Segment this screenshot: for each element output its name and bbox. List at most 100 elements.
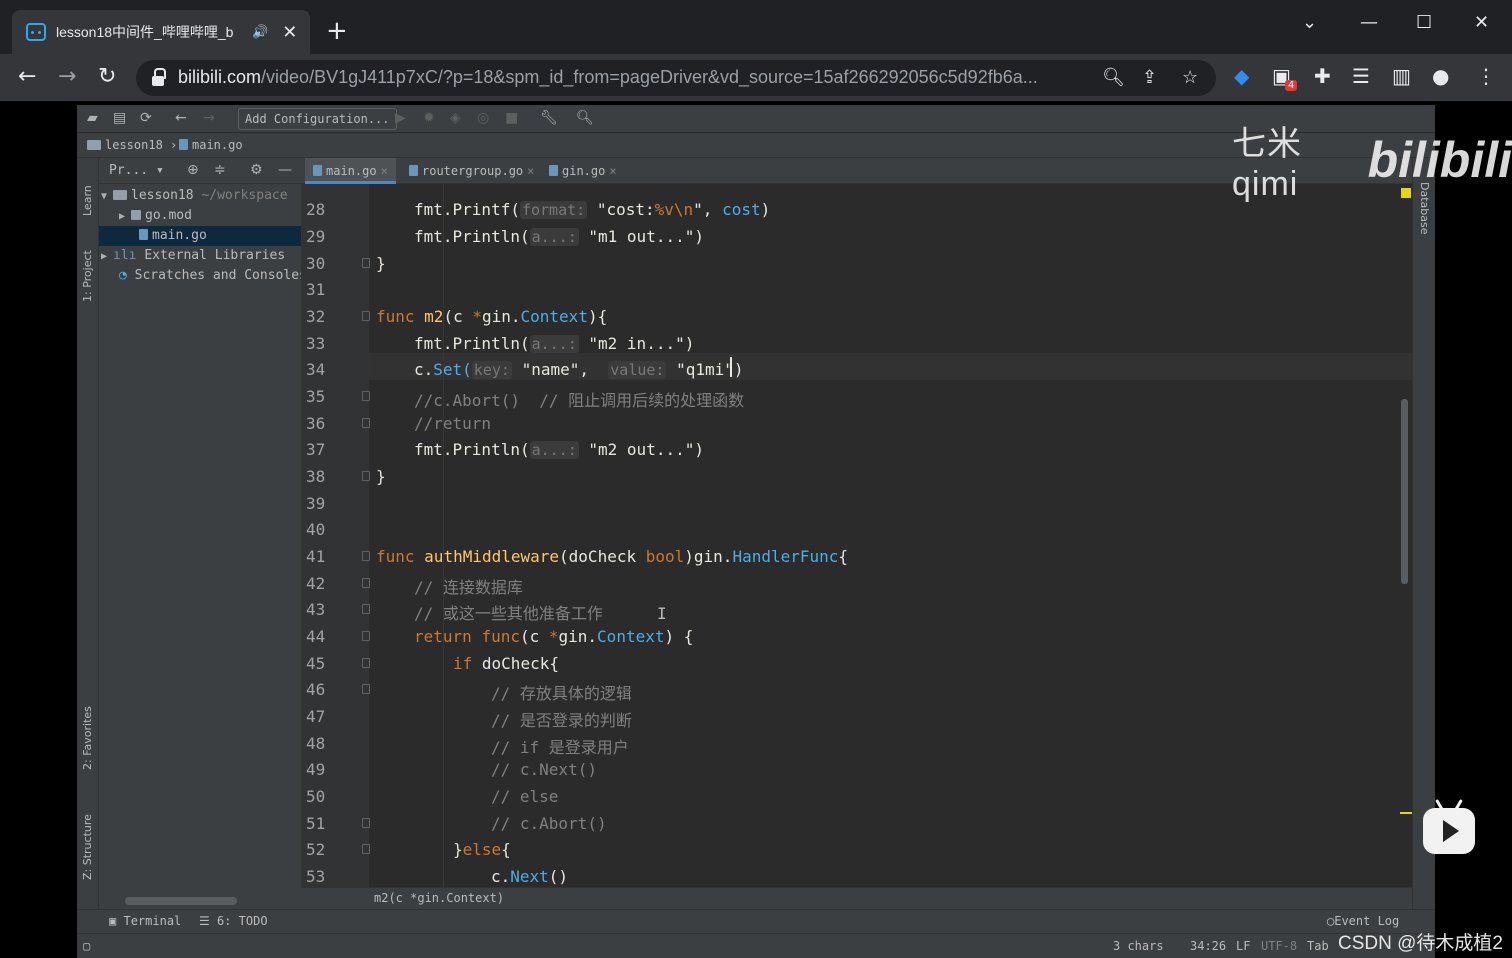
extensions-puzzle-icon[interactable]: ✚ — [1314, 64, 1331, 88]
line-number: 51 — [306, 814, 326, 833]
fold-marker-icon[interactable] — [362, 578, 370, 588]
tree-item-scratches[interactable]: ◔ Scratches and Consoles — [99, 266, 301, 286]
play-triangle-icon — [1443, 820, 1459, 842]
address-bar[interactable]: bilibili.com/video/BV1gJ411p7xC/?p=18&sp… — [136, 60, 1216, 96]
fold-marker-icon[interactable] — [362, 818, 370, 828]
warning-marker[interactable] — [1400, 812, 1412, 814]
audio-playing-icon[interactable]: 🔊 — [252, 25, 268, 40]
bilibili-play-icon[interactable] — [1423, 808, 1475, 854]
save-icon[interactable]: ▤ — [113, 110, 126, 126]
project-view-selector[interactable]: Pr... ▾ — [109, 163, 164, 178]
learn-tool-button[interactable]: Learn — [81, 185, 94, 216]
fold-marker-icon[interactable] — [362, 258, 370, 268]
side-panel-icon[interactable]: ▥ — [1392, 64, 1411, 88]
toggle-tool-windows-icon[interactable]: ▢ — [83, 939, 90, 953]
share-icon[interactable]: ⇪ — [1142, 67, 1157, 88]
fold-marker-icon[interactable] — [362, 418, 370, 428]
go-file-icon — [139, 229, 148, 240]
bookmark-star-icon[interactable]: ☆ — [1182, 67, 1198, 88]
lock-icon[interactable] — [152, 68, 166, 86]
fold-marker-icon[interactable] — [362, 684, 370, 694]
line-number: 44 — [306, 627, 326, 646]
code-line-30: } — [376, 254, 386, 273]
structure-tool-button[interactable]: Z: Structure — [81, 814, 94, 880]
maximize-icon[interactable]: ☐ — [1416, 12, 1432, 33]
debug-icon[interactable]: ✹ — [423, 110, 435, 126]
line-separator[interactable]: LF — [1236, 939, 1250, 953]
forward-nav-icon[interactable]: → — [203, 110, 215, 126]
fold-marker-icon[interactable] — [362, 551, 370, 561]
more-menu-icon[interactable]: ⋮ — [1476, 64, 1496, 88]
breadcrumb-file[interactable]: main.go — [179, 138, 243, 152]
code-line-50: // else — [491, 787, 559, 806]
caret-position[interactable]: 34:26 — [1190, 939, 1226, 953]
tab-routergroup-go[interactable]: routergroup.go × — [401, 158, 542, 184]
editor-vertical-scrollbar[interactable] — [1401, 399, 1408, 584]
scratches-icon: ◔ — [119, 268, 127, 283]
add-configuration-button[interactable]: Add Configuration... — [238, 108, 397, 130]
code-editor[interactable]: 28 29 30 31 32 33 34 35 36 37 38 39 40 4… — [301, 184, 1412, 887]
fold-marker-icon[interactable] — [362, 391, 370, 401]
minimize-icon[interactable]: — — [1360, 12, 1378, 33]
zoom-icon[interactable]: 🔍︎ — [1102, 67, 1125, 88]
tab-search-icon[interactable]: ⌄ — [1302, 12, 1317, 33]
line-number: 38 — [306, 467, 326, 486]
back-nav-icon[interactable]: ← — [175, 110, 187, 126]
close-tab-icon[interactable]: × — [609, 164, 616, 178]
close-tab-icon[interactable]: ✕ — [282, 22, 297, 43]
event-log-button[interactable]: ◯Event Log — [1327, 914, 1399, 928]
close-tab-icon[interactable]: × — [527, 164, 534, 178]
sync-icon[interactable]: ⟳ — [140, 110, 152, 126]
breadcrumb-function[interactable]: m2(c *gin.Context) — [374, 891, 504, 905]
reload-icon[interactable]: ↻ — [98, 64, 116, 89]
new-tab-button[interactable]: + — [326, 18, 348, 44]
coverage-icon[interactable]: ◈ — [450, 110, 461, 126]
status-bar: ▢ 3 chars 34:26 LF UTF-8 Tab — [77, 933, 1435, 958]
fold-marker-icon[interactable] — [362, 311, 370, 321]
run-icon[interactable]: ▶ — [395, 110, 406, 126]
close-window-icon[interactable]: ✕ — [1474, 12, 1489, 33]
tree-item-main-go[interactable]: main.go — [99, 226, 301, 246]
hide-panel-icon[interactable]: — — [278, 162, 292, 178]
settings-wrench-icon[interactable]: 🔧︎ — [540, 110, 558, 126]
code-line-48: // if 是登录用户 — [491, 738, 629, 757]
project-horizontal-scrollbar[interactable] — [125, 897, 237, 905]
forward-icon[interactable]: → — [58, 64, 76, 89]
fold-marker-icon[interactable] — [362, 631, 370, 641]
open-folder-icon[interactable]: ▰ — [87, 110, 98, 126]
tree-item-go-mod[interactable]: ▶ go.mod — [99, 206, 301, 226]
project-tool-button[interactable]: 1: Project — [81, 250, 94, 302]
breadcrumb-project[interactable]: lesson18 › — [87, 138, 177, 152]
text-caret — [730, 357, 732, 377]
gear-icon[interactable]: ⚙ — [250, 162, 263, 178]
tree-item-external-libraries[interactable]: ▶ ılı External Libraries — [99, 246, 301, 266]
profile-avatar-icon[interactable]: ● — [1432, 64, 1449, 88]
collapse-icon[interactable]: ≑ — [214, 162, 226, 178]
todo-tool-button[interactable]: ☰ 6: TODO — [199, 914, 268, 928]
url-text[interactable]: bilibili.com/video/BV1gJ411p7xC/?p=18&sp… — [178, 67, 1088, 88]
tree-item-lesson18[interactable]: ▼ lesson18 ~/workspace — [99, 186, 301, 206]
extension-diamond-icon[interactable]: ◆ — [1234, 64, 1249, 88]
terminal-tool-button[interactable]: ▣ Terminal — [109, 914, 181, 928]
tab-gin-go[interactable]: gin.go × — [541, 158, 625, 184]
code-line-34: c.Set(key: "name", value: "q1mi") — [414, 360, 744, 379]
fold-marker-icon[interactable] — [362, 658, 370, 668]
tab-main-go[interactable]: main.go × — [305, 158, 396, 184]
stop-icon[interactable]: ■ — [505, 110, 518, 126]
back-icon[interactable]: ← — [18, 64, 36, 89]
file-encoding[interactable]: UTF-8 — [1261, 939, 1297, 953]
profile-icon[interactable]: ◎ — [477, 110, 489, 126]
fold-marker-icon[interactable] — [362, 844, 370, 854]
close-tab-icon[interactable]: × — [381, 164, 388, 178]
favorites-tool-button[interactable]: 2: Favorites — [81, 706, 94, 770]
project-panel: Pr... ▾ ⊕ ≑ ⚙ — ▼ lesson18 ~/workspace ▶ g… — [99, 158, 301, 928]
folder-icon — [87, 140, 101, 150]
line-number: 48 — [306, 734, 326, 753]
fold-marker-icon[interactable] — [362, 471, 370, 481]
search-everywhere-icon[interactable]: 🔍︎ — [576, 110, 594, 126]
browser-tab[interactable]: lesson18中间件_哔哩哔哩_b 🔊 ✕ — [12, 10, 310, 54]
locate-icon[interactable]: ⊕ — [187, 162, 199, 178]
indent-setting[interactable]: Tab — [1307, 939, 1329, 953]
fold-marker-icon[interactable] — [362, 604, 370, 614]
reading-list-icon[interactable]: ☰ — [1352, 64, 1370, 88]
